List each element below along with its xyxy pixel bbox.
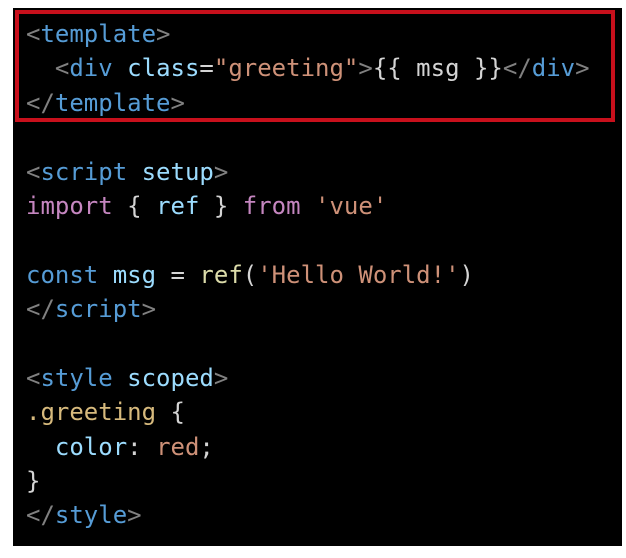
- code-line-1: <template>: [26, 20, 171, 48]
- code-line-14: }: [26, 467, 41, 496]
- mustache-expression: {{ msg }}: [372, 54, 503, 83]
- code-line-11: <style scoped>: [26, 363, 229, 392]
- class-value: "greeting": [213, 54, 359, 83]
- code-line-10-blank: [26, 327, 590, 361]
- const-keyword: const: [26, 260, 99, 289]
- hello-string: 'Hello World!': [257, 260, 460, 289]
- div-tag: div: [69, 54, 113, 83]
- script-open-tag: script: [40, 157, 128, 186]
- ref-function-call: ref: [199, 260, 243, 289]
- style-open-tag: style: [40, 363, 113, 392]
- code-line-5: <script setup>: [26, 157, 229, 186]
- msg-variable: msg: [112, 260, 157, 289]
- code-line-15: </style>: [26, 501, 142, 530]
- code-line-7-blank: [26, 223, 590, 257]
- css-color-property: color: [54, 432, 128, 461]
- div-close-tag: div: [531, 54, 576, 83]
- code-line-13: color: red;: [54, 432, 214, 461]
- css-selector: .greeting: [26, 398, 157, 427]
- style-close-tag: style: [54, 501, 128, 530]
- code-line-3: </template>: [26, 88, 185, 117]
- code-line-12: .greeting {: [26, 398, 185, 427]
- code-line-8: const msg = ref('Hello World!'): [26, 260, 474, 289]
- script-close-tag: script: [54, 295, 142, 324]
- code-line-4-blank: [26, 120, 590, 154]
- css-color-value: red: [156, 432, 200, 461]
- from-keyword: from: [242, 191, 301, 220]
- code-line-9: </script>: [26, 295, 157, 324]
- scoped-attribute: scoped: [127, 363, 214, 392]
- ref-import-name: ref: [156, 191, 200, 220]
- code-line-6: import { ref } from 'vue': [26, 191, 388, 220]
- module-name: 'vue': [315, 191, 388, 220]
- class-attribute: class: [127, 54, 200, 83]
- template-open-tag: template: [40, 20, 157, 48]
- import-keyword: import: [26, 191, 113, 220]
- setup-attribute: setup: [141, 157, 214, 186]
- vue-sfc-code: <template> <div class="greeting">{{ msg …: [26, 17, 590, 533]
- code-line-2: <div class="greeting">{{ msg }}</div>: [54, 54, 590, 83]
- template-close-tag: template: [54, 88, 171, 117]
